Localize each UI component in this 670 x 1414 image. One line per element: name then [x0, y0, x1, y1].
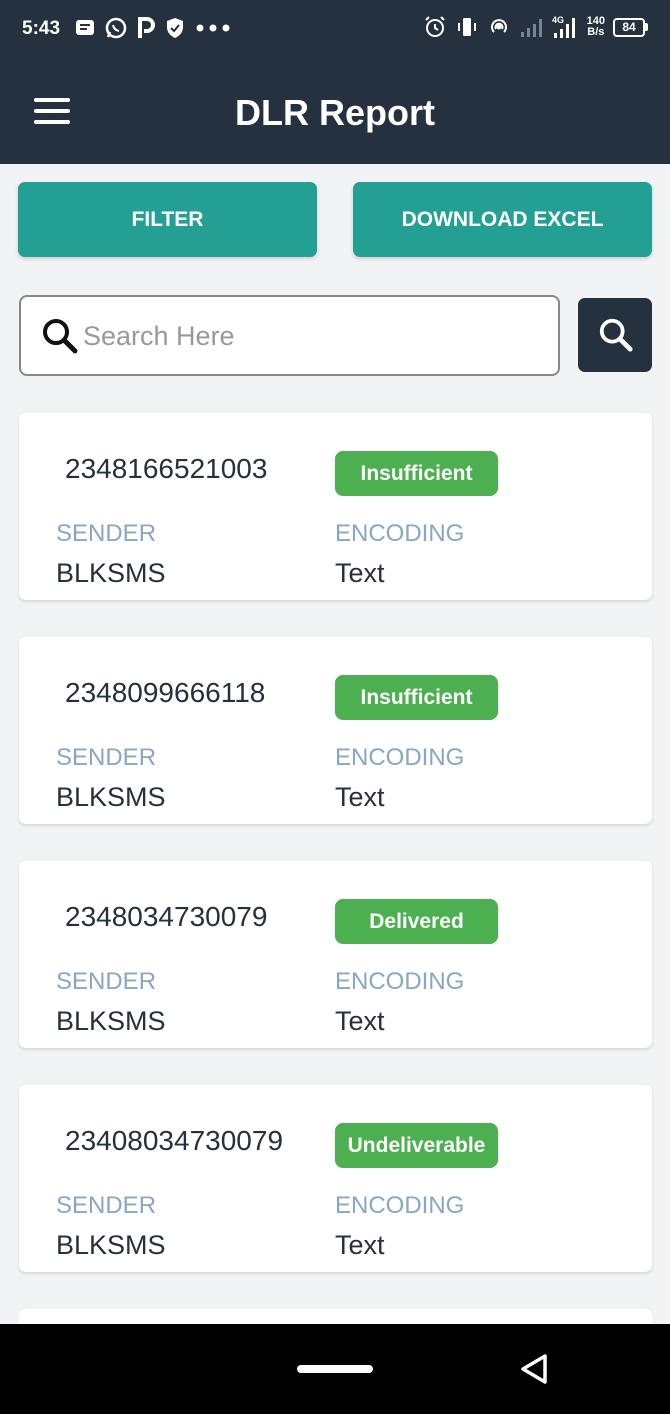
encoding-label: ENCODING: [335, 520, 465, 547]
status-time: 5:43: [22, 18, 61, 39]
sender-label: SENDER: [56, 1192, 157, 1219]
whatsapp-icon: [105, 17, 127, 39]
status-badge: Insufficient: [335, 451, 498, 496]
sender-label: SENDER: [56, 968, 157, 995]
filter-button[interactable]: FILTER: [18, 182, 317, 257]
encoding-label: ENCODING: [335, 968, 465, 995]
more-dots-icon: [196, 24, 230, 32]
status-bar: 5:43 4G 140 B/s 84: [0, 0, 670, 62]
status-badge: Insufficient: [335, 675, 498, 720]
battery-icon: 84: [613, 17, 648, 37]
search-box[interactable]: [19, 295, 560, 376]
encoding-value: Text: [335, 1230, 385, 1260]
back-triangle-icon[interactable]: [518, 1352, 550, 1386]
battery-level: 84: [613, 17, 645, 37]
encoding-value: Text: [335, 782, 385, 812]
report-card[interactable]: 23408034730079 Undeliverable SENDER ENCO…: [19, 1085, 652, 1272]
report-card[interactable]: 2348099666118 Insufficient SENDER ENCODI…: [19, 637, 652, 824]
search-input[interactable]: [83, 311, 543, 361]
sender-value: BLKSMS: [56, 558, 166, 588]
p-app-icon: [138, 17, 155, 38]
sender-label: SENDER: [56, 520, 157, 547]
vibrate-icon: [457, 18, 476, 36]
search-button[interactable]: [578, 298, 652, 372]
phone-number: 23408034730079: [65, 1125, 284, 1156]
sender-value: BLKSMS: [56, 1230, 166, 1260]
system-nav-bar: [0, 1324, 670, 1414]
signal-icon: [520, 19, 542, 37]
encoding-value: Text: [335, 558, 385, 588]
search-icon: [43, 319, 78, 354]
hotspot-icon: [490, 19, 507, 33]
status-badge: Undeliverable: [335, 1123, 498, 1168]
page-title: DLR Report: [235, 92, 435, 133]
status-badge: Delivered: [335, 899, 498, 944]
system-icons: 4G 140 B/s 84: [423, 14, 648, 40]
report-card[interactable]: 2348034730079 Delivered SENDER ENCODING …: [19, 861, 652, 1048]
alarm-icon: [424, 16, 445, 37]
network-speed: 140 B/s: [587, 16, 605, 38]
sender-value: BLKSMS: [56, 782, 166, 812]
network-type-label: 4G: [552, 15, 564, 25]
download-excel-button[interactable]: DOWNLOAD EXCEL: [353, 182, 652, 257]
search-icon: [599, 318, 633, 352]
encoding-label: ENCODING: [335, 744, 465, 771]
encoding-label: ENCODING: [335, 1192, 465, 1219]
net-speed-unit: B/s: [587, 26, 605, 38]
shield-icon: [167, 18, 183, 38]
battery-tip: [645, 23, 648, 31]
phone-number: 2348034730079: [65, 901, 268, 932]
encoding-value: Text: [335, 1006, 385, 1036]
message-icon: [76, 20, 94, 35]
phone-number: 2348166521003: [65, 453, 268, 484]
sender-label: SENDER: [56, 744, 157, 771]
sender-value: BLKSMS: [56, 1006, 166, 1036]
home-gesture-pill[interactable]: [297, 1365, 373, 1373]
notification-icons: [74, 16, 232, 40]
report-card[interactable]: 2348166521003 Insufficient SENDER ENCODI…: [19, 413, 652, 600]
phone-number: 2348099666118: [65, 677, 266, 708]
app-bar: DLR Report: [0, 62, 670, 164]
signal-4g-icon: 4G: [552, 15, 575, 38]
